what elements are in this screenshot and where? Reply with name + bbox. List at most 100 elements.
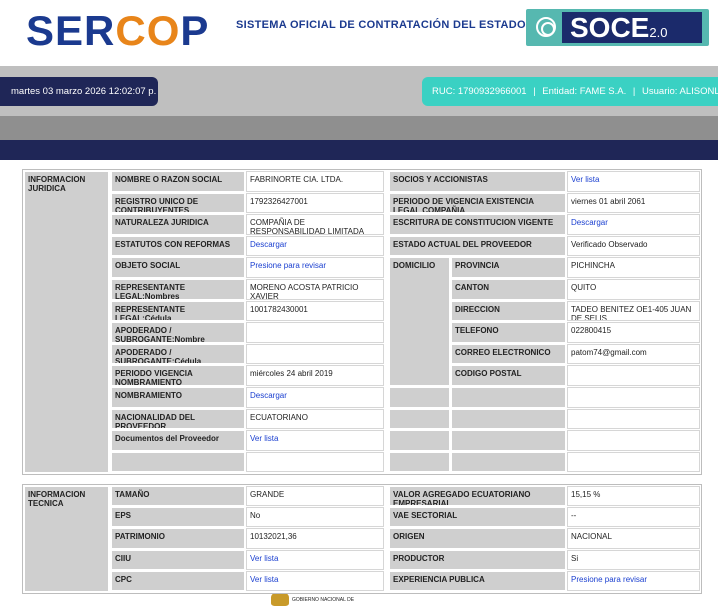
field-label: NOMBRE O RAZON SOCIAL xyxy=(111,171,245,192)
field-label: ESCRITURA DE CONSTITUCION VIGENTE xyxy=(389,214,566,235)
field-value xyxy=(246,451,384,473)
field-label: CIIU xyxy=(111,549,245,570)
separator: | xyxy=(533,86,536,97)
field-value: 1792326427001 xyxy=(246,192,384,214)
separator: | xyxy=(632,86,636,97)
section-label-juridica: INFORMACION JURIDICA xyxy=(24,171,109,474)
field-label: NATURALEZA JURIDICA xyxy=(111,214,245,235)
field-value: 10132021,36 xyxy=(246,528,384,549)
ecuador-crest-icon xyxy=(271,592,289,606)
field-label: REPRESENTANTE LEGAL:Nombres xyxy=(111,279,245,300)
field-link[interactable]: Presione para revisar xyxy=(246,257,384,278)
field-value: GRANDE xyxy=(246,486,384,507)
soce-version: 2.0 xyxy=(649,25,668,40)
empty-cell xyxy=(389,451,450,473)
field-value: NACIONAL xyxy=(567,528,700,549)
user-text: Usuario: ALISONL xyxy=(642,86,718,97)
domicilio-field-value xyxy=(567,365,700,386)
field-value: No xyxy=(246,507,384,528)
field-link[interactable]: Ver lista xyxy=(567,171,700,192)
field-label: VALOR AGREGADO ECUATORIANO EMPRESARIAL xyxy=(389,486,566,507)
empty-cell xyxy=(567,408,700,430)
field-label: EPS xyxy=(111,507,245,528)
ruc-text: RUC: 1790932966001 xyxy=(432,86,527,97)
field-value: MORENO ACOSTA PATRICIO XAVIER xyxy=(246,279,384,300)
field-value: ECUATORIANO xyxy=(246,408,384,430)
field-label: APODERADO / SUBROGANTE:Cédula xyxy=(111,343,245,365)
info-bar: martes 03 marzo 2026 12:02:07 p. m. RUC:… xyxy=(0,66,718,126)
soce-logo[interactable]: SOCE2.0 xyxy=(526,9,709,46)
field-label: ESTATUTOS CON REFORMAS xyxy=(111,235,245,257)
field-label: CPC xyxy=(111,570,245,591)
field-value: -- xyxy=(567,507,700,528)
supplier-profile-page: SERCOP SISTEMA OFICIAL DE CONTRATACIÓN D… xyxy=(0,0,718,613)
site-header: SERCOP SISTEMA OFICIAL DE CONTRATACIÓN D… xyxy=(0,0,718,66)
empty-cell xyxy=(451,408,566,430)
field-link[interactable]: Ver lista xyxy=(246,430,384,451)
domicilio-field-value: PICHINCHA xyxy=(567,257,700,278)
field-value: 15,15 % xyxy=(567,486,700,507)
field-label: NOMBRAMIENTO xyxy=(111,387,245,408)
navy-band xyxy=(0,140,718,160)
logo-part-p: P xyxy=(180,7,210,54)
field-label: ORIGEN xyxy=(389,528,566,549)
field-value: 1001782430001 xyxy=(246,300,384,322)
field-link[interactable]: Presione para revisar xyxy=(567,570,700,591)
field-link[interactable]: Ver lista xyxy=(246,549,384,570)
domicilio-field-value: TADEO BENITEZ OE1-405 JUAN DE SELIS xyxy=(567,300,700,322)
domicilio-label: DOMICILIO xyxy=(389,257,450,386)
gov-footer-text: GOBIERNO NACIONAL DE xyxy=(292,597,355,603)
field-label: ESTADO ACTUAL DEL PROVEEDOR xyxy=(389,235,566,257)
domicilio-field-label: CANTON xyxy=(451,279,566,300)
system-title: SISTEMA OFICIAL DE CONTRATACIÓN DEL ESTA… xyxy=(236,19,526,31)
empty-cell xyxy=(567,430,700,451)
field-value xyxy=(246,322,384,343)
user-info: RUC: 1790932966001 | Entidad: FAME S.A. … xyxy=(422,77,718,106)
entity-text: Entidad: FAME S.A. xyxy=(542,86,627,97)
field-value: Si xyxy=(567,549,700,570)
field-label: PERIODO VIGENCIA NOMBRAMIENTO xyxy=(111,365,245,386)
field-link[interactable]: Ver lista xyxy=(246,570,384,591)
field-label: PATRIMONIO xyxy=(111,528,245,549)
soce-word: SOCE xyxy=(570,12,650,43)
soce-ring-icon xyxy=(536,17,556,37)
domicilio-field-label: CODIGO POSTAL xyxy=(451,365,566,386)
empty-cell xyxy=(451,430,566,451)
domicilio-field-label: CORREO ELECTRONICO xyxy=(451,343,566,365)
field-label: EXPERIENCIA PUBLICA xyxy=(389,570,566,591)
field-label: Documentos del Proveedor xyxy=(111,430,245,451)
gray-band xyxy=(0,116,718,140)
domicilio-field-label: TELEFONO xyxy=(451,322,566,343)
logo-part-o: O xyxy=(146,7,181,54)
empty-cell xyxy=(567,387,700,408)
field-label: NACIONALIDAD DEL PROVEEDOR xyxy=(111,408,245,430)
field-value: FABRINORTE CIA. LTDA. xyxy=(246,171,384,192)
field-link[interactable]: Descargar xyxy=(567,214,700,235)
field-link[interactable]: Descargar xyxy=(246,387,384,408)
logo-part-c: C xyxy=(115,7,147,54)
current-date: martes 03 marzo 2026 12:02:07 p. m. xyxy=(0,77,158,126)
empty-cell xyxy=(567,451,700,473)
field-label: REGISTRO UNICO DE CONTRIBUYENTES xyxy=(111,192,245,214)
field-link[interactable]: Descargar xyxy=(246,235,384,257)
field-value: COMPAÑIA DE RESPONSABILIDAD LIMITADA xyxy=(246,214,384,235)
domicilio-field-label: PROVINCIA xyxy=(451,257,566,278)
field-label: PERIODO DE VIGENCIA EXISTENCIA LEGAL COM… xyxy=(389,192,566,214)
empty-cell xyxy=(389,387,450,408)
field-label: TAMAÑO xyxy=(111,486,245,507)
logo-part-ser: SER xyxy=(26,7,116,54)
field-value xyxy=(246,343,384,365)
field-label xyxy=(111,451,245,473)
field-label: PRODUCTOR xyxy=(389,549,566,570)
field-label: SOCIOS Y ACCIONISTAS xyxy=(389,171,566,192)
domicilio-field-value: QUITO xyxy=(567,279,700,300)
soce-wordmark: SOCE2.0 xyxy=(562,12,702,43)
field-label: OBJETO SOCIAL xyxy=(111,257,245,278)
field-label: APODERADO / SUBROGANTE:Nombre xyxy=(111,322,245,343)
sercop-logo[interactable]: SERCOP xyxy=(26,6,209,56)
empty-cell xyxy=(451,451,566,473)
domicilio-field-label: DIRECCION xyxy=(451,300,566,322)
domicilio-field-value: 022800415 xyxy=(567,322,700,343)
field-label: VAE SECTORIAL xyxy=(389,507,566,528)
field-value: viernes 01 abril 2061 xyxy=(567,192,700,214)
